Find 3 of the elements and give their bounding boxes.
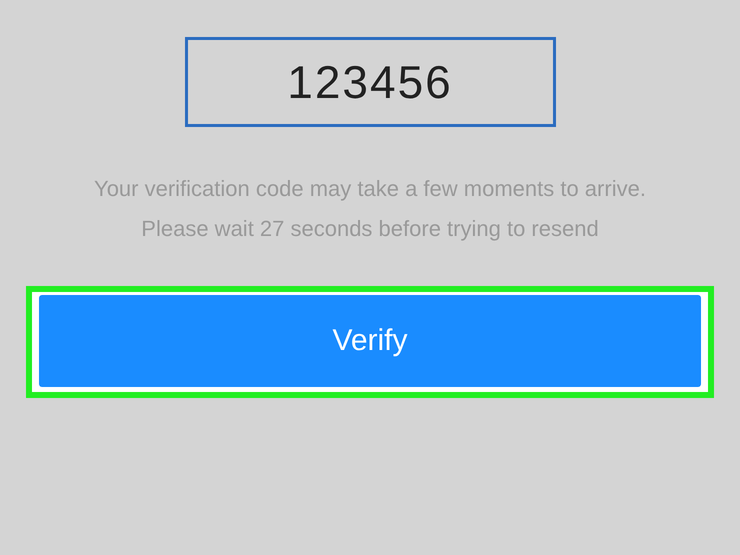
code-field[interactable]: 123456	[184, 37, 556, 127]
info-text: Your verification code may take a few moments to arrive.	[94, 175, 646, 203]
info-text: Please wait 27 seconds before trying to resend	[141, 215, 599, 243]
